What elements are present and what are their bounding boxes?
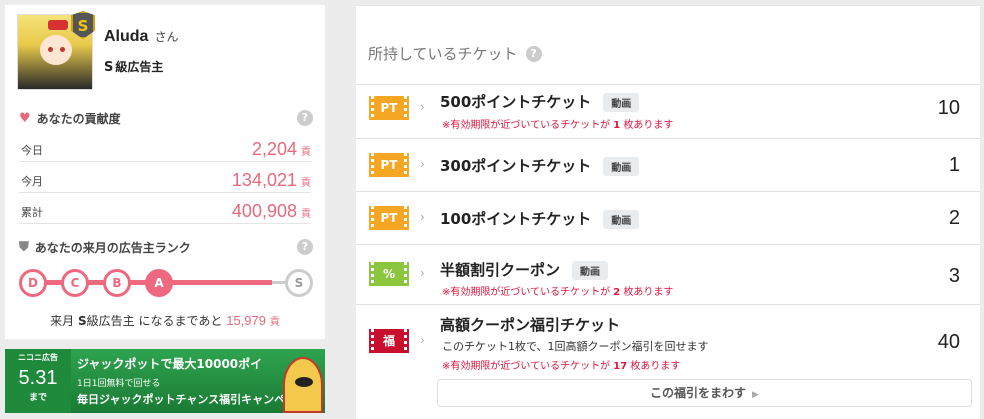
points-ticket-icon: PT: [369, 153, 409, 177]
lottery-ticket-icon: 福: [369, 329, 409, 353]
video-tag: 動画: [603, 157, 640, 176]
ticket-name: 半額割引クーポン 動画: [440, 259, 609, 280]
ticket-count: 1: [948, 154, 960, 176]
ticket-row[interactable]: PT › 300ポイントチケット 動画 1: [356, 138, 980, 191]
rank-step-c: C: [61, 269, 89, 297]
banner-subline: 1日1回無料で回せる: [77, 379, 161, 389]
contribution-title: ♥ あなたの貢献度: [19, 111, 121, 126]
expiry-warning: ※有効期限が近づいているチケットが 17 枚あります: [442, 361, 681, 372]
spin-lottery-button[interactable]: この福引をまわす ▶: [437, 379, 972, 407]
ticket-count: 40: [937, 331, 960, 353]
contribution-help-icon[interactable]: ?: [297, 110, 313, 126]
video-tag: 動画: [603, 210, 640, 229]
points-ticket-icon: PT: [369, 96, 409, 120]
discount-coupon-icon: %: [369, 262, 409, 286]
tickets-title: 所持しているチケット ?: [368, 43, 542, 64]
rank-progress: D C B A S: [19, 267, 319, 303]
points-ticket-icon: PT: [369, 206, 409, 230]
rank-step-d: D: [19, 269, 47, 297]
user-panel: S Aluda さん S 級広告主 ♥ あなたの貢献度 ? 今日 2,204 貢 今…: [5, 5, 325, 339]
stat-month: 今月 134,021 貢: [19, 167, 311, 193]
ticket-count: 2: [948, 207, 960, 229]
ticket-description: このチケット1枚で、1回高額クーポン福引を回せます: [442, 340, 709, 353]
stat-today: 今日 2,204 貢: [19, 136, 311, 162]
shield-icon: ⛊: [19, 240, 29, 255]
ticket-name: 500ポイントチケット 動画: [440, 91, 640, 112]
ticket-name: 300ポイントチケット 動画: [440, 155, 640, 176]
ticket-count: 3: [948, 265, 960, 287]
chevron-right-icon: ›: [420, 333, 425, 347]
ticket-row[interactable]: % › 半額割引クーポン 動画 ※有効期限が近づいているチケットが 2 枚あります…: [356, 244, 980, 304]
ticket-name: 100ポイントチケット 動画: [440, 208, 640, 229]
video-tag: 動画: [603, 93, 640, 112]
banner-campaign: 毎日ジャックポットチャンス福引キャンペーン: [77, 393, 307, 406]
tickets-help-icon[interactable]: ?: [525, 45, 542, 62]
next-rank-help-icon[interactable]: ?: [297, 239, 313, 255]
chevron-right-icon: ›: [420, 210, 425, 224]
user-name: Aluda さん: [104, 28, 179, 45]
rank-step-a: A: [145, 269, 173, 297]
banner-headline: ジャックポットで最大10000ポイ: [77, 357, 263, 371]
expiry-warning: ※有効期限が近づいているチケットが 2 枚あります: [442, 287, 674, 298]
user-rank: S 級広告主: [104, 60, 164, 75]
stat-total: 累計 400,908 貢: [19, 198, 311, 224]
banner-date-box: ニコニ広告 5.31 まで: [5, 349, 71, 413]
tickets-panel: 所持しているチケット ? PT › 500ポイントチケット 動画 ※有効期限が近づ…: [356, 5, 980, 419]
next-rank-title: ⛊ あなたの来月の広告主ランク: [19, 240, 191, 255]
heart-icon: ♥: [19, 111, 31, 126]
chevron-right-icon: ›: [420, 266, 425, 280]
chevron-right-icon: ›: [420, 157, 425, 171]
rank-step-b: B: [103, 269, 131, 297]
ticket-count: 10: [937, 97, 960, 119]
play-arrow-icon: ▶: [752, 390, 759, 400]
chevron-right-icon: ›: [420, 100, 425, 114]
video-tag: 動画: [572, 261, 609, 280]
rank-step-s: S: [285, 269, 313, 297]
expiry-warning: ※有効期限が近づいているチケットが 1 枚あります: [442, 120, 674, 131]
jackpot-banner[interactable]: ニコニ広告 5.31 まで ジャックポットで最大10000ポイ 1日1回無料で回…: [5, 349, 325, 413]
ticket-row[interactable]: PT › 500ポイントチケット 動画 ※有効期限が近づいているチケットが 1 枚…: [356, 84, 980, 138]
ticket-name: 高額クーポン福引チケット: [440, 316, 621, 334]
mascot-icon: [283, 357, 323, 413]
rank-info: 来月 S級広告主 になるまであと 15,979 貢: [50, 313, 280, 328]
ticket-row[interactable]: PT › 100ポイントチケット 動画 2: [356, 191, 980, 244]
